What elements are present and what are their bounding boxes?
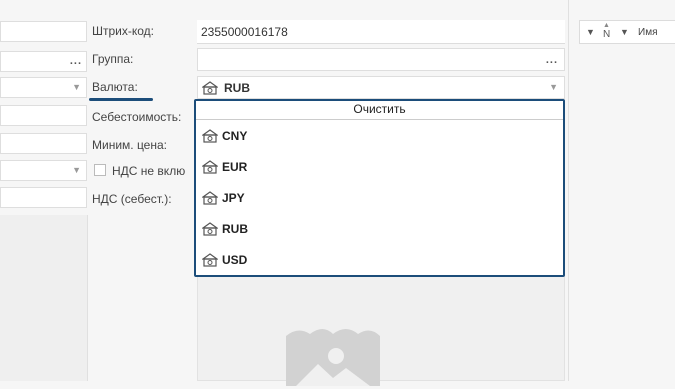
- left-bottom-panel: [0, 215, 88, 381]
- banknote-icon: [202, 128, 222, 143]
- currency-label-underline: [89, 98, 153, 101]
- currency-option[interactable]: USD: [196, 244, 563, 275]
- left-dropdown-1[interactable]: ▼: [0, 77, 87, 98]
- currency-label: Валюта:: [92, 80, 138, 94]
- barcode-value: 2355000016178: [201, 25, 288, 39]
- chevron-down-icon: ▼: [549, 82, 558, 92]
- chevron-down-icon: ▼: [72, 165, 81, 175]
- filter-icon[interactable]: ▼: [620, 27, 629, 37]
- clear-button[interactable]: Очистить: [196, 101, 563, 120]
- barcode-field[interactable]: 2355000016178: [197, 20, 565, 44]
- currency-option-label: EUR: [222, 159, 248, 174]
- currency-option[interactable]: RUB: [196, 213, 563, 244]
- vat-excluded-label: НДС не вклю: [112, 164, 186, 178]
- currency-dropdown-list: Очистить CNY EUR JPY RUB USD: [194, 99, 565, 277]
- currency-value: RUB: [224, 81, 250, 95]
- currency-option[interactable]: EUR: [196, 151, 563, 182]
- more-button[interactable]: ...: [70, 55, 82, 67]
- left-field-1[interactable]: [0, 21, 87, 42]
- banknote-icon: [202, 252, 222, 267]
- group-more-button[interactable]: ...: [546, 54, 558, 66]
- left-field-3[interactable]: [0, 105, 87, 126]
- column-n-header[interactable]: N: [603, 29, 610, 40]
- currency-select[interactable]: RUB ▼: [197, 76, 565, 99]
- currency-option[interactable]: CNY: [196, 120, 563, 151]
- right-panel: ▼ ▲ N ▼ Имя: [568, 0, 675, 381]
- group-field[interactable]: ...: [197, 48, 565, 71]
- left-dropdown-2[interactable]: ▼: [0, 160, 87, 181]
- sort-asc-icon[interactable]: ▲: [603, 22, 610, 29]
- image-placeholder-icon: [278, 316, 388, 389]
- currency-option[interactable]: JPY: [196, 182, 563, 213]
- banknote-icon: [202, 190, 222, 205]
- min-price-label: Миним. цена:: [92, 138, 167, 152]
- column-name-header[interactable]: Имя: [638, 27, 657, 38]
- cost-label: Себестоимость:: [92, 110, 182, 124]
- filter-icon[interactable]: ▼: [586, 27, 595, 37]
- vat-excluded-checkbox[interactable]: [94, 164, 106, 176]
- vat-cost-label: НДС (себест.):: [92, 192, 172, 206]
- group-label: Группа:: [92, 52, 134, 66]
- left-field-4[interactable]: [0, 133, 87, 154]
- right-panel-header: ▼ ▲ N ▼ Имя: [579, 20, 675, 44]
- barcode-label: Штрих-код:: [92, 24, 154, 38]
- chevron-down-icon: ▼: [72, 82, 81, 92]
- banknote-icon: [202, 80, 222, 95]
- currency-option-label: CNY: [222, 128, 248, 143]
- left-field-5[interactable]: [0, 187, 87, 208]
- currency-option-label: RUB: [222, 221, 248, 236]
- currency-option-label: JPY: [222, 190, 245, 205]
- banknote-icon: [202, 221, 222, 236]
- left-field-2[interactable]: ...: [0, 51, 87, 72]
- currency-option-label: USD: [222, 252, 248, 267]
- banknote-icon: [202, 159, 222, 174]
